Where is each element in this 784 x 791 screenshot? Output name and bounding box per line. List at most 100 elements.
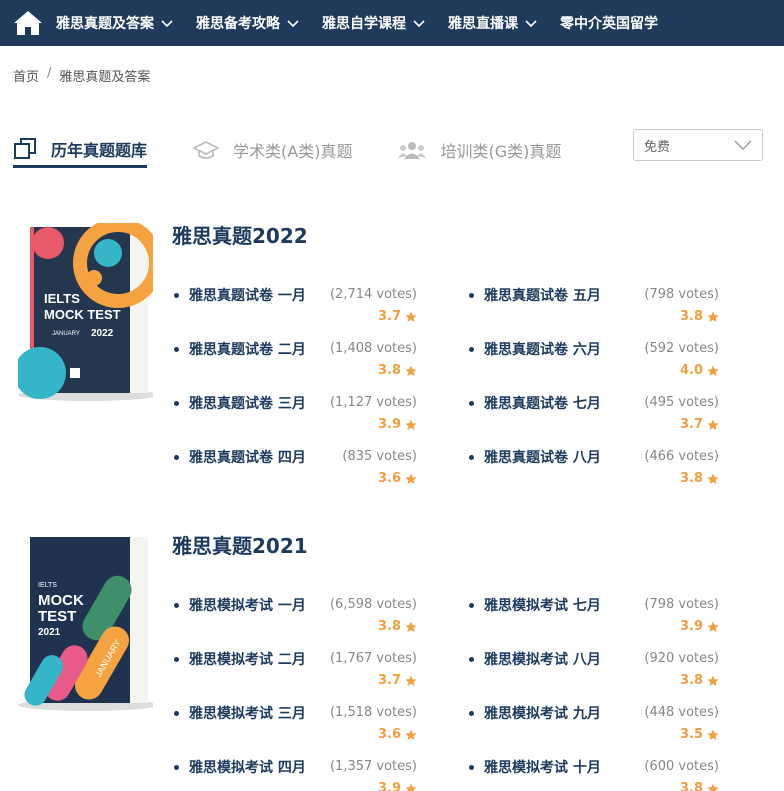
vote-count: (495 votes) [644, 395, 719, 410]
chevron-down-icon [734, 140, 752, 150]
rating-value: 3.8 [679, 309, 703, 324]
price-filter-select[interactable]: 免费 [633, 129, 763, 161]
nav-item-uk-study[interactable]: 零中介英国留学 [560, 13, 658, 33]
bullet [469, 401, 474, 406]
paper-item[interactable]: 雅思真题试卷 七月 (495 votes) 3.7 [469, 391, 729, 441]
top-nav: 雅思真题及答案 雅思备考攻略 雅思自学课程 雅思直播课 零中介英国留学 [0, 0, 784, 46]
home-icon[interactable] [0, 0, 56, 46]
vote-count: (835 votes) [342, 449, 417, 464]
paper-item[interactable]: 雅思模拟考试 三月 (1,518 votes) 3.6 [174, 701, 434, 751]
rating: 3.5 [680, 727, 719, 742]
vote-count: (1,767 votes) [329, 651, 417, 666]
bullet [469, 603, 474, 608]
chevron-down-icon [413, 20, 425, 28]
tab-label: 学术类(A类)真题 [233, 142, 353, 161]
bullet [174, 657, 179, 662]
star-icon [405, 675, 417, 686]
paper-name[interactable]: 雅思真题试卷 八月 [484, 447, 601, 467]
paper-name[interactable]: 雅思真题试卷 四月 [189, 447, 306, 467]
rating-value: 3.8 [377, 619, 401, 634]
rating-value: 4.0 [679, 363, 703, 378]
cover-month: JANUARY [52, 331, 80, 337]
nav-item-courses[interactable]: 雅思自学课程 [322, 13, 426, 33]
paper-name[interactable]: 雅思模拟考试 二月 [189, 649, 306, 669]
vote-count: (798 votes) [644, 287, 719, 302]
paper-item[interactable]: 雅思模拟考试 八月 (920 votes) 3.8 [469, 647, 729, 697]
paper-name[interactable]: 雅思真题试卷 三月 [189, 393, 306, 413]
breadcrumb-home[interactable]: 首页 [13, 66, 39, 85]
rating-value: 3.7 [377, 309, 401, 324]
paper-item[interactable]: 雅思真题试卷 一月 (2,714 votes) 3.7 [174, 283, 434, 333]
paper-name[interactable]: 雅思真题试卷 六月 [484, 339, 601, 359]
rating-value: 3.6 [377, 471, 401, 486]
star-icon [405, 729, 417, 740]
paper-name[interactable]: 雅思模拟考试 九月 [484, 703, 601, 723]
graduation-cap-icon [193, 140, 220, 160]
paper-name[interactable]: 雅思模拟考试 三月 [189, 703, 306, 723]
paper-item[interactable]: 雅思真题试卷 八月 (466 votes) 3.8 [469, 445, 729, 495]
cover-title: IELTS [44, 291, 80, 306]
paper-item[interactable]: 雅思模拟考试 一月 (6,598 votes) 3.8 [174, 593, 434, 643]
cover-year: 2022 [91, 328, 114, 339]
paper-item[interactable]: 雅思真题试卷 三月 (1,127 votes) 3.9 [174, 391, 434, 441]
section-2021: IELTS MOCK TEST 2021 JANUARY 雅思真题2021 雅思… [0, 525, 784, 791]
rating: 3.8 [680, 471, 719, 486]
tab-all-papers[interactable]: 历年真题题库 [13, 132, 148, 168]
star-icon [405, 419, 417, 430]
rating-value: 3.9 [377, 417, 401, 432]
tab-general[interactable]: 培训类(G类)真题 [398, 132, 561, 168]
paper-name[interactable]: 雅思真题试卷 二月 [189, 339, 306, 359]
paper-item[interactable]: 雅思模拟考试 四月 (1,357 votes) 3.9 [174, 755, 434, 791]
paper-name[interactable]: 雅思真题试卷 五月 [484, 285, 601, 305]
chevron-down-icon [525, 20, 537, 28]
bullet [174, 455, 179, 460]
star-icon [707, 365, 719, 376]
paper-item[interactable]: 雅思模拟考试 七月 (798 votes) 3.9 [469, 593, 729, 643]
paper-item[interactable]: 雅思模拟考试 十月 (600 votes) 3.8 [469, 755, 729, 791]
rating: 3.8 [680, 309, 719, 324]
star-icon [707, 311, 719, 322]
star-icon [707, 419, 719, 430]
paper-item[interactable]: 雅思真题试卷 二月 (1,408 votes) 3.8 [174, 337, 434, 387]
tab-academic[interactable]: 学术类(A类)真题 [193, 132, 352, 168]
cover-subtitle: MOCK TEST [44, 307, 121, 322]
book-cover-2022[interactable]: IELTS MOCK TEST JANUARY 2022 [14, 218, 163, 401]
tab-label: 培训类(G类)真题 [440, 142, 562, 161]
star-icon [707, 675, 719, 686]
star-icon [405, 311, 417, 322]
paper-name[interactable]: 雅思真题试卷 七月 [484, 393, 601, 413]
paper-name[interactable]: 雅思模拟考试 八月 [484, 649, 601, 669]
rating: 4.0 [680, 363, 719, 378]
paper-name[interactable]: 雅思真题试卷 一月 [189, 285, 306, 305]
book-cover-2021[interactable]: IELTS MOCK TEST 2021 JANUARY [18, 533, 158, 711]
rating-value: 3.6 [377, 727, 401, 742]
paper-item[interactable]: 雅思真题试卷 五月 (798 votes) 3.8 [469, 283, 729, 333]
cover-subtitle-2: TEST [38, 608, 76, 625]
nav-item-ielts-papers[interactable]: 雅思真题及答案 [56, 13, 174, 33]
star-icon [707, 473, 719, 484]
vote-count: (600 votes) [644, 759, 719, 774]
nav-item-live[interactable]: 雅思直播课 [448, 13, 538, 33]
vote-count: (448 votes) [644, 705, 719, 720]
vote-count: (1,408 votes) [329, 341, 417, 356]
paper-item[interactable]: 雅思模拟考试 九月 (448 votes) 3.5 [469, 701, 729, 751]
paper-item[interactable]: 雅思真题试卷 六月 (592 votes) 4.0 [469, 337, 729, 387]
vote-count: (6,598 votes) [329, 597, 417, 612]
paper-name[interactable]: 雅思模拟考试 一月 [189, 595, 306, 615]
bullet [174, 711, 179, 716]
star-icon [405, 783, 417, 791]
nav-label: 雅思真题及答案 [56, 16, 154, 32]
paper-name[interactable]: 雅思模拟考试 十月 [484, 757, 601, 777]
section-title: 雅思真题2021 [172, 534, 308, 558]
paper-name[interactable]: 雅思模拟考试 七月 [484, 595, 601, 615]
bullet [469, 711, 474, 716]
paper-item[interactable]: 雅思模拟考试 二月 (1,767 votes) 3.7 [174, 647, 434, 697]
nav-item-strategies[interactable]: 雅思备考攻略 [196, 13, 300, 33]
rating: 3.7 [378, 309, 417, 324]
bullet [174, 603, 179, 608]
paper-item[interactable]: 雅思真题试卷 四月 (835 votes) 3.6 [174, 445, 434, 495]
star-icon [707, 729, 719, 740]
nav-label: 雅思直播课 [448, 16, 518, 32]
paper-name[interactable]: 雅思模拟考试 四月 [189, 757, 306, 777]
rating-value: 3.8 [679, 471, 703, 486]
